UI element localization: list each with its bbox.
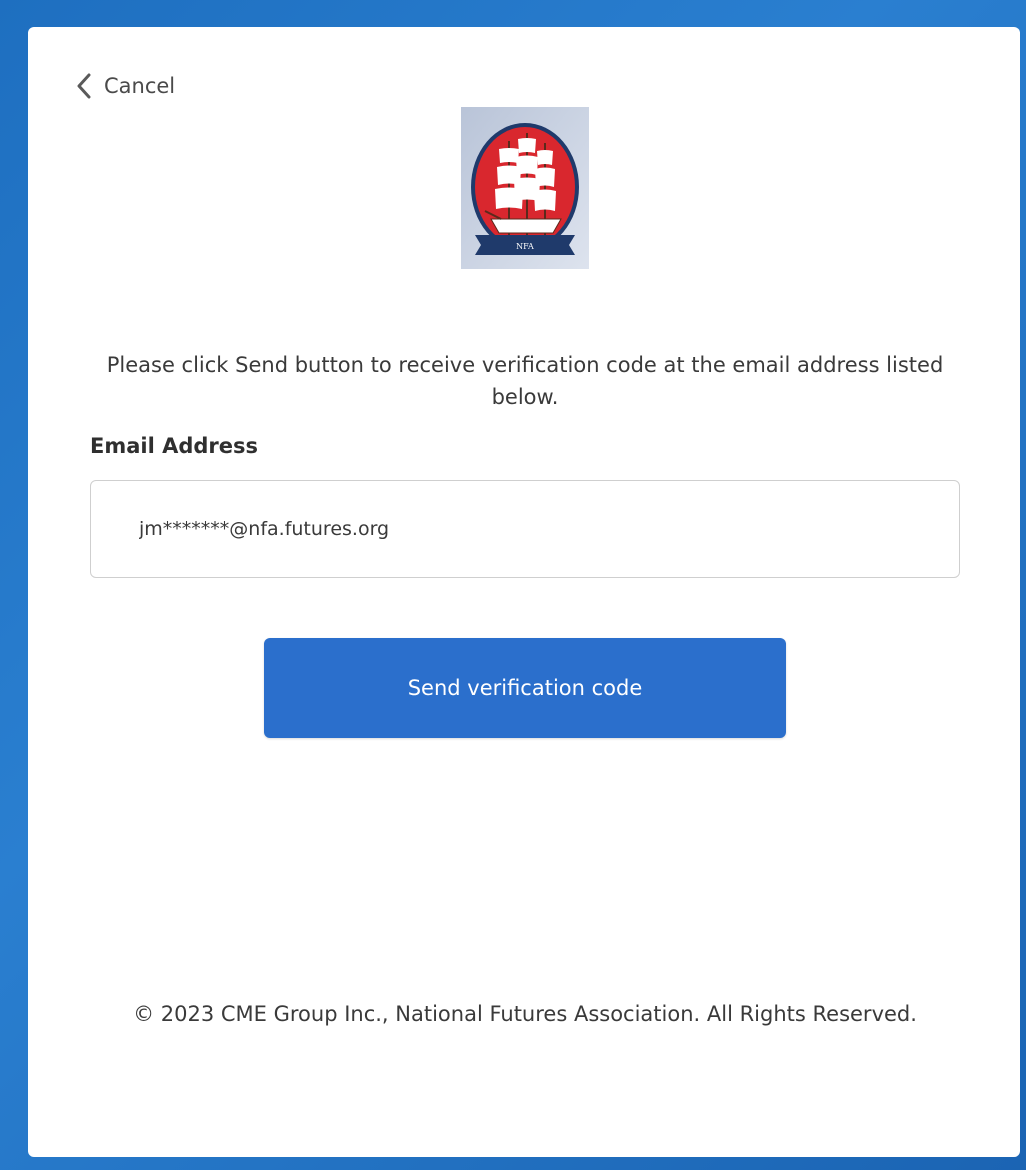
email-label: Email Address bbox=[90, 434, 259, 458]
instructions-text: Please click Send button to receive veri… bbox=[106, 353, 944, 409]
logo-banner-text: NFA bbox=[516, 242, 534, 251]
email-field-container[interactable] bbox=[90, 480, 960, 578]
verification-card: Cancel NFA Please click Send button to r… bbox=[28, 27, 1020, 1157]
chevron-left-icon bbox=[76, 73, 92, 99]
cancel-link[interactable]: Cancel bbox=[76, 69, 175, 103]
send-verification-code-button[interactable]: Send verification code bbox=[264, 638, 786, 738]
nfa-logo: NFA bbox=[461, 107, 589, 269]
copyright-footer: © 2023 CME Group Inc., National Futures … bbox=[133, 1002, 917, 1026]
cancel-label: Cancel bbox=[104, 74, 176, 98]
email-field[interactable] bbox=[139, 511, 919, 547]
